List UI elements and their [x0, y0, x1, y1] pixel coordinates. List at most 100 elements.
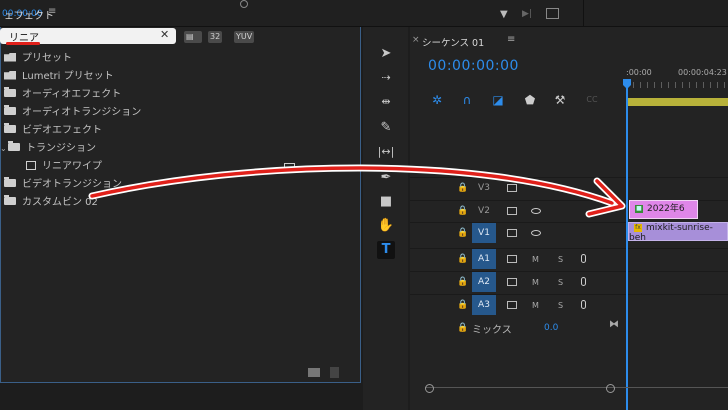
- title-clip[interactable]: ■ 2022年6: [629, 200, 698, 219]
- lock-icon[interactable]: 🔒: [457, 183, 468, 193]
- hand-icon[interactable]: ✋: [377, 217, 395, 235]
- scroll-left-handle[interactable]: [425, 384, 434, 393]
- track-target-a3[interactable]: A3: [472, 295, 496, 315]
- folder-icon: [4, 177, 16, 187]
- tree-item-video-effects[interactable]: ビデオエフェクト: [4, 123, 102, 139]
- folder-icon: [4, 87, 16, 97]
- type-tool-icon[interactable]: T: [377, 241, 395, 259]
- sync-lock-icon[interactable]: [507, 255, 517, 263]
- close-tab-icon[interactable]: ×: [412, 35, 420, 45]
- sync-lock-icon[interactable]: [507, 278, 517, 286]
- solo-button[interactable]: S: [558, 255, 563, 264]
- solo-button[interactable]: S: [558, 278, 563, 287]
- preset-folder-icon: [4, 52, 16, 62]
- mic-icon[interactable]: [581, 300, 586, 309]
- share-icon[interactable]: [546, 8, 559, 19]
- sync-lock-icon[interactable]: [507, 207, 517, 215]
- settings-wrench-icon[interactable]: ⚒: [553, 93, 567, 107]
- transition-icon: [26, 160, 36, 170]
- lock-icon[interactable]: 🔒: [457, 323, 468, 333]
- work-area-bar[interactable]: [626, 98, 728, 106]
- accelerated-effects-icon[interactable]: ▤: [184, 31, 202, 43]
- search-input[interactable]: リニア ✕: [0, 28, 176, 45]
- panel-title: ェフェクト: [4, 11, 54, 22]
- ripple-edit-icon[interactable]: ⇹: [377, 93, 395, 111]
- track-target-a2[interactable]: A2: [472, 272, 496, 292]
- rectangle-icon[interactable]: ■: [377, 193, 395, 211]
- captions-icon[interactable]: CC: [585, 93, 599, 107]
- eye-icon[interactable]: [531, 208, 541, 214]
- razor-icon[interactable]: ✎: [377, 119, 395, 137]
- sync-lock-icon[interactable]: [507, 184, 517, 192]
- tree-item-label: ビデオトランジション: [22, 179, 122, 190]
- graphic-clip-icon: ■: [635, 204, 643, 213]
- video-clip[interactable]: fx mixkit-sunrise-beh: [628, 222, 728, 243]
- mute-button[interactable]: M: [532, 255, 539, 264]
- sync-lock-icon[interactable]: [507, 229, 517, 237]
- ruler-label: 00:00:04:23: [678, 68, 727, 77]
- folder-icon: [4, 105, 16, 115]
- slip-icon[interactable]: |↔|: [377, 143, 395, 161]
- tree-item-video-transitions[interactable]: ビデオトランジション: [4, 177, 122, 193]
- tree-item-label: プリセット: [22, 53, 72, 64]
- eye-icon[interactable]: [531, 230, 541, 236]
- track-target-v2[interactable]: V2: [472, 201, 496, 221]
- clip-label: 2022年6: [647, 204, 685, 214]
- red-underline-annotation: [6, 42, 40, 45]
- horizontal-scrollbar[interactable]: [425, 387, 728, 396]
- mix-volume-value[interactable]: 0.0: [544, 323, 558, 333]
- track-target-a1[interactable]: A1: [472, 249, 496, 269]
- sync-lock-icon[interactable]: [507, 301, 517, 309]
- tree-item-lumetri-presets[interactable]: Lumetri プリセット: [4, 69, 114, 85]
- linked-selection-icon[interactable]: ◪: [491, 93, 505, 107]
- mute-button[interactable]: M: [532, 278, 539, 287]
- nest-icon[interactable]: ✲: [430, 93, 444, 107]
- filter-icon[interactable]: ▼: [500, 9, 508, 20]
- track-row-a2: 🔒 A2 M S: [410, 271, 728, 294]
- solo-button[interactable]: S: [558, 301, 563, 310]
- mute-button[interactable]: M: [532, 301, 539, 310]
- mic-icon[interactable]: [581, 254, 586, 263]
- tree-item-audio-transitions[interactable]: オーディオトランジション: [4, 105, 141, 121]
- export-frame-icon[interactable]: ▶|: [522, 9, 532, 19]
- tree-item-presets[interactable]: プリセット: [4, 51, 72, 67]
- scroll-handle[interactable]: [240, 0, 248, 8]
- track-target-v1[interactable]: V1: [472, 223, 496, 243]
- tree-item-custom-bin[interactable]: カスタムビン 02: [4, 195, 98, 211]
- lock-icon[interactable]: 🔒: [457, 277, 468, 287]
- pen-icon[interactable]: ✒: [377, 169, 395, 187]
- new-bin-icon[interactable]: [308, 368, 320, 377]
- mic-icon[interactable]: [581, 277, 586, 286]
- 32bit-effects-button[interactable]: 32: [208, 31, 223, 43]
- sequence-tab[interactable]: シーケンス 01: [422, 35, 484, 49]
- divider: [583, 0, 584, 26]
- yuv-effects-button[interactable]: YUV: [234, 31, 255, 43]
- snap-icon[interactable]: ∩: [460, 93, 474, 107]
- playhead-line[interactable]: [626, 80, 628, 410]
- scroll-right-handle[interactable]: [606, 384, 615, 393]
- lock-icon[interactable]: 🔒: [457, 254, 468, 264]
- clear-search-icon[interactable]: ✕: [160, 28, 169, 41]
- accelerated-badge-icon: [284, 163, 295, 172]
- panel-menu-icon[interactable]: ≡: [48, 6, 56, 17]
- selection-tool-icon[interactable]: ➤: [377, 45, 395, 63]
- fx-badge: fx: [634, 223, 642, 232]
- track-target-v3[interactable]: V3: [472, 178, 496, 198]
- tree-item-audio-effects[interactable]: オーディオエフェクト: [4, 87, 121, 103]
- trash-icon[interactable]: [330, 367, 339, 378]
- add-marker-icon[interactable]: ⬟: [523, 93, 537, 107]
- folder-icon: [8, 141, 20, 151]
- playhead-timecode[interactable]: 00:00:00:00: [428, 58, 519, 74]
- lock-icon[interactable]: 🔒: [457, 228, 468, 238]
- panel-menu-icon[interactable]: ≡: [507, 34, 515, 45]
- chevron-down-icon[interactable]: ⌄: [0, 141, 8, 157]
- track-row-v3: 🔒 V3: [410, 177, 728, 200]
- time-ruler[interactable]: [626, 82, 728, 88]
- tree-item-transitions[interactable]: ⌄ トランジション: [0, 141, 96, 157]
- track-select-icon[interactable]: ⇢: [377, 69, 395, 87]
- effects-panel: ェフェクト ≡ リニア ✕ ▤ 32 YUV プリセット Lumetri プリセ…: [0, 0, 361, 383]
- lock-icon[interactable]: 🔒: [457, 206, 468, 216]
- lock-icon[interactable]: 🔒: [457, 300, 468, 310]
- go-to-end-icon[interactable]: ⧓: [609, 319, 619, 330]
- tree-item-linear-wipe[interactable]: リニアワイプ: [26, 159, 102, 175]
